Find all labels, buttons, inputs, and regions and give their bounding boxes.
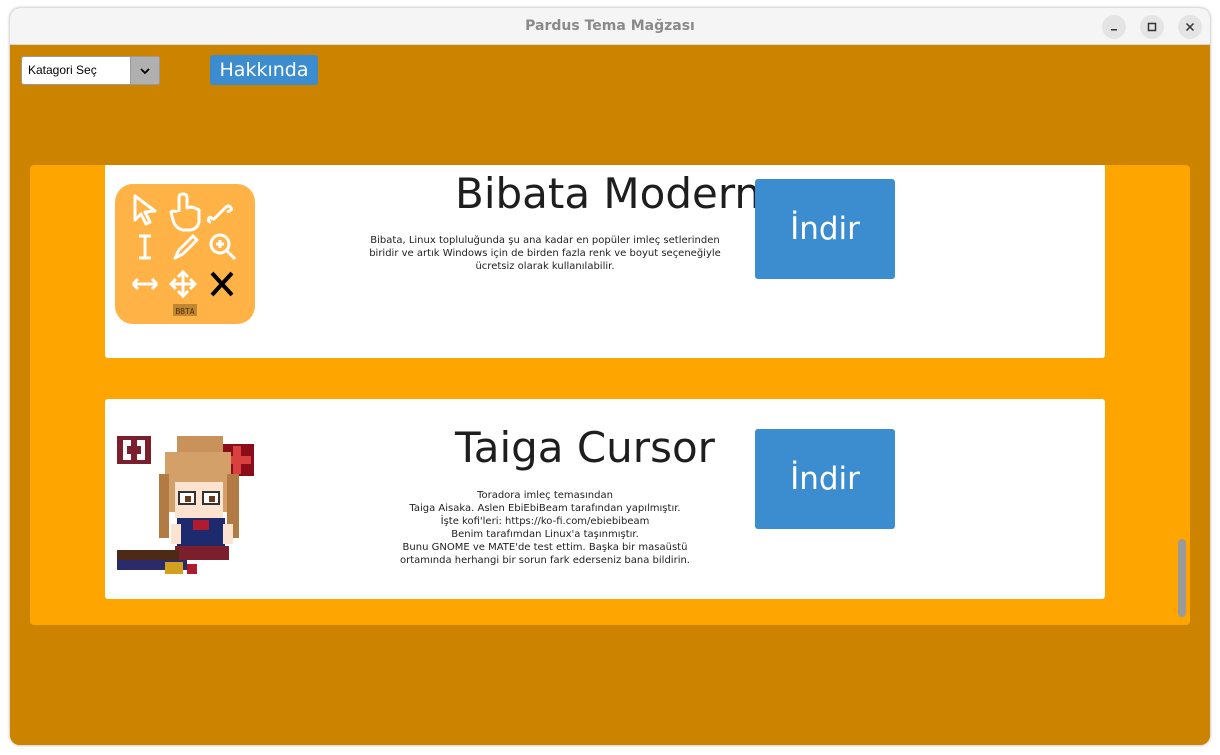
close-button[interactable] [1178, 15, 1202, 39]
title-bar[interactable]: Pardus Tema Mağzası [10, 8, 1210, 45]
main-content: Katagori Seç Hakkında BBTA Bibata Modern… [10, 45, 1210, 745]
theme-title: Taiga Cursor [455, 423, 715, 472]
download-button[interactable]: İndir [755, 179, 895, 279]
theme-card: Taiga Cursor Toradora imleç temasından T… [105, 399, 1105, 599]
theme-description: Bibata, Linux topluluğunda şu ana kadar … [369, 235, 721, 272]
taiga-pixel-art-icon [115, 434, 255, 574]
download-button[interactable]: İndir [755, 429, 895, 529]
thumbnail-badge: BBTA [175, 307, 194, 316]
maximize-button[interactable] [1140, 15, 1164, 39]
maximize-icon [1147, 22, 1157, 32]
minimize-button[interactable] [1102, 15, 1126, 39]
chevron-down-icon [140, 68, 150, 75]
theme-list-panel[interactable]: BBTA Bibata Modern Bibata, Linux toplulu… [30, 165, 1190, 625]
minimize-icon [1111, 29, 1117, 31]
cursor-set-icon: BBTA [115, 184, 255, 324]
window-title: Pardus Tema Mağzası [525, 18, 695, 34]
theme-description: Toradora imleç temasından Taiga Aisaka. … [400, 490, 690, 566]
category-select-value: Katagori Seç [28, 63, 97, 77]
category-select[interactable]: Katagori Seç [21, 56, 160, 85]
category-select-toggle[interactable] [130, 57, 159, 84]
about-button[interactable]: Hakkında [210, 55, 318, 85]
theme-title: Bibata Modern [455, 169, 762, 218]
app-window: Pardus Tema Mağzası Katagori Seç Hakkınd… [10, 8, 1210, 745]
close-icon [1185, 22, 1195, 32]
theme-card: BBTA Bibata Modern Bibata, Linux toplulu… [105, 165, 1105, 358]
scrollbar[interactable] [1178, 539, 1186, 617]
